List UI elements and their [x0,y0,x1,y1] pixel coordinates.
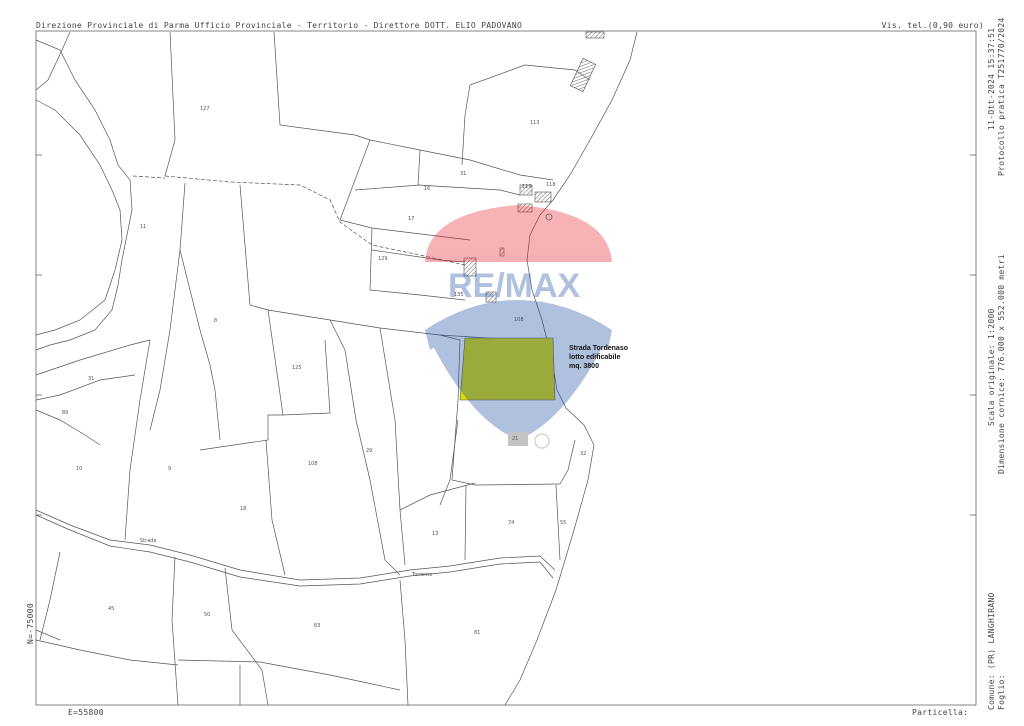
east-coordinate: E=55800 [68,708,104,717]
svg-text:74: 74 [508,520,514,526]
svg-text:17: 17 [408,216,414,222]
svg-text:127: 127 [200,106,210,112]
svg-text:8: 8 [214,318,217,324]
remax-watermark: RE/MAX [425,205,612,449]
svg-text:16: 16 [424,186,430,192]
svg-text:29: 29 [366,448,372,454]
svg-text:18: 18 [240,506,246,512]
comune-label: Comune: (PR) LANGHIRANO [987,592,996,710]
svg-text:45: 45 [108,606,114,612]
svg-text:11: 11 [140,224,146,230]
svg-text:118: 118 [546,182,556,188]
svg-text:81: 81 [474,630,480,636]
annotation-line-3: mq. 3800 [569,363,599,370]
svg-text:13: 13 [432,531,438,537]
annotation-line-2: lotto edificabile [569,354,621,361]
datetime-label: 11-Ott-2024 15:37:51 [987,27,996,130]
svg-text:119: 119 [522,184,532,190]
svg-text:89: 89 [62,410,68,416]
svg-text:Strada: Strada [140,538,157,544]
svg-text:63: 63 [314,623,320,629]
svg-text:32: 32 [580,451,586,457]
protocol-label: Protocollo pratica T251770/2024 [997,17,1006,176]
svg-text:129: 129 [378,256,388,262]
annotation-line-1: Strada Tordenaso [569,345,628,352]
svg-text:108: 108 [308,461,318,467]
cadastral-map: 127 113 31 119 16 118 17 11 129 135 108 … [35,30,977,706]
foglio-label: Foglio: [997,674,1006,710]
svg-text:31: 31 [88,376,94,382]
particella-label: Particella: [912,708,969,717]
svg-text:113: 113 [530,120,540,126]
dimensions-label: Dimensione cornice: 776.000 x 552.000 me… [997,253,1006,474]
svg-text:9: 9 [168,466,171,472]
svg-text:50: 50 [204,612,210,618]
lot-annotation: Strada Tordenaso lotto edificabile mq. 3… [569,344,628,371]
north-coordinate: N=-75000 [26,603,35,644]
svg-text:125: 125 [292,365,302,371]
svg-text:RE/MAX: RE/MAX [448,267,581,305]
svg-text:10: 10 [76,466,82,472]
scale-label: Scala originale: 1:2000 [987,308,996,426]
svg-text:31: 31 [460,171,466,177]
svg-text:Torrente: Torrente [411,572,432,578]
svg-text:55: 55 [560,520,566,526]
